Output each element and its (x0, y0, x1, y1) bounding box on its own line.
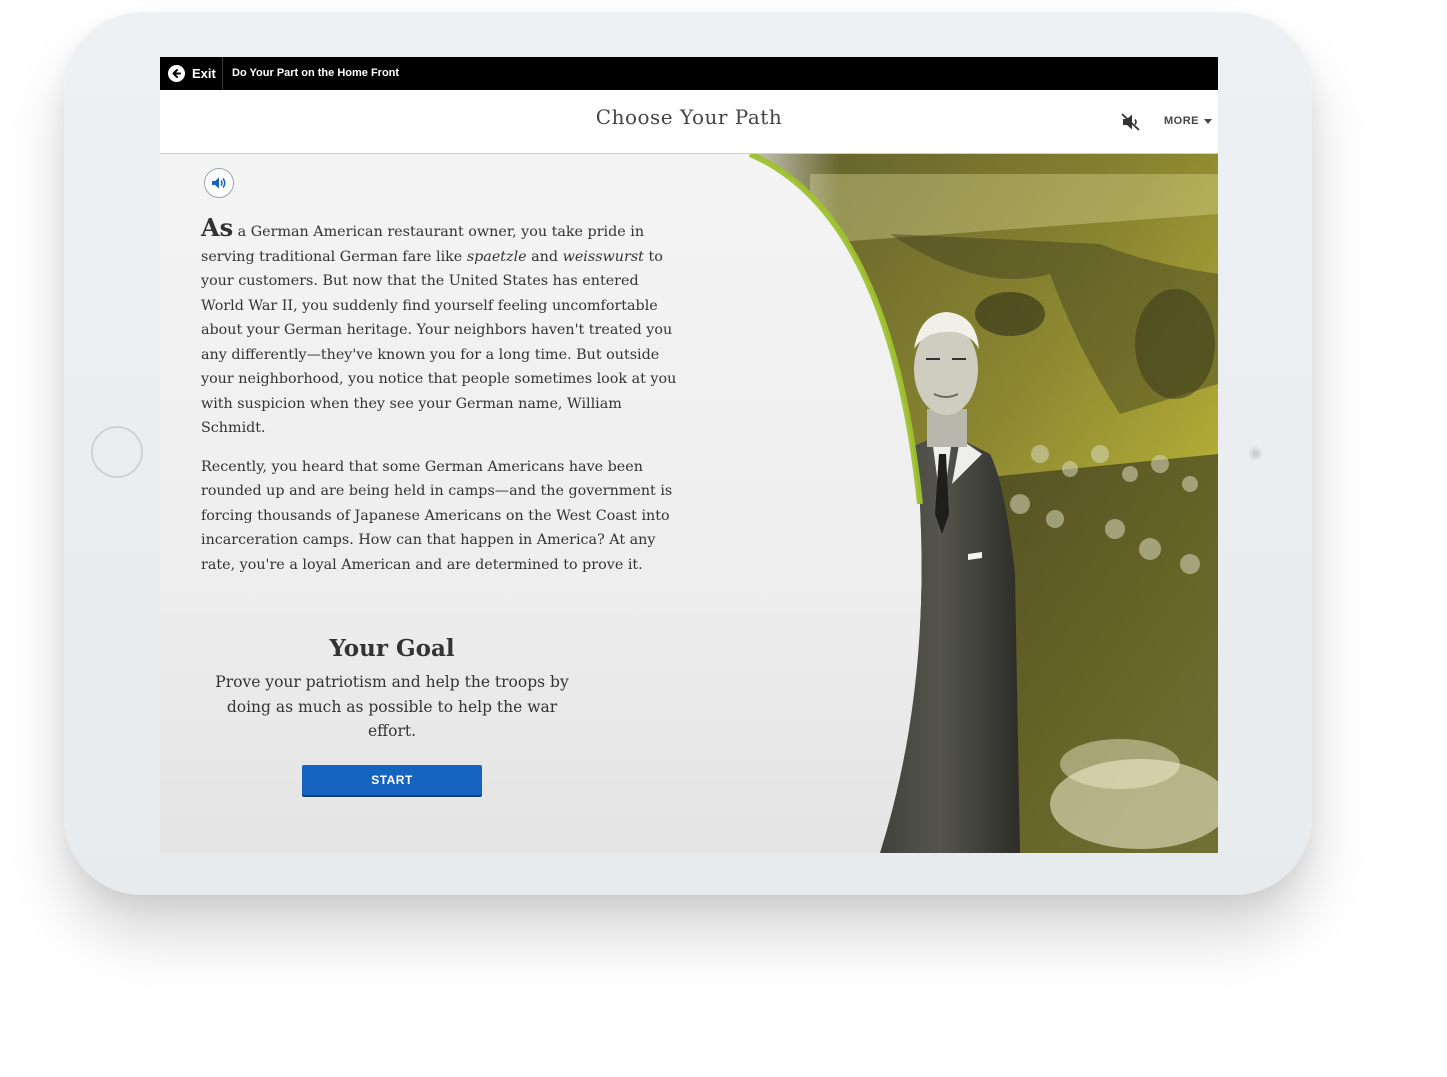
app-screen: Exit Do Your Part on the Home Front Choo… (160, 57, 1218, 853)
exit-label: Exit (192, 66, 216, 81)
more-label: MORE (1164, 115, 1199, 127)
story-content: As a German American restaurant owner, y… (160, 154, 1218, 853)
read-aloud-button[interactable] (204, 168, 234, 198)
lesson-title: Do Your Part on the Home Front (232, 67, 400, 79)
header: Choose Your Path MORE (160, 90, 1218, 154)
more-menu-button[interactable]: MORE (1164, 115, 1212, 127)
arrow-left-circle-icon (168, 65, 185, 82)
camera-dot (1249, 447, 1262, 460)
page-title: Choose Your Path (595, 105, 783, 129)
goal-text: Prove your patriotism and help the troop… (215, 673, 569, 740)
exit-button[interactable]: Exit (160, 57, 223, 90)
story-p1-italic-2: weisswurst (562, 248, 644, 265)
home-button[interactable] (91, 426, 143, 478)
story-p1-and: and (526, 248, 563, 265)
story-paragraph-2: Recently, you heard that some German Ame… (201, 458, 673, 573)
mute-button[interactable] (1120, 112, 1142, 132)
goal-title: Your Goal (329, 635, 455, 662)
caret-down-icon (1204, 118, 1212, 124)
story-p1-italic-1: spaetzle (466, 248, 527, 265)
character-photo (748, 154, 1218, 853)
story-p1-text-b: to your customers. But now that the Unit… (201, 248, 677, 437)
story-paragraph-1: As a German American restaurant owner, y… (201, 213, 679, 441)
top-bar: Exit Do Your Part on the Home Front (160, 57, 1218, 90)
story-text: As a German American restaurant owner, y… (201, 213, 679, 591)
speaker-muted-icon (1121, 113, 1140, 131)
drop-cap: As (201, 213, 234, 242)
start-button[interactable]: START (302, 765, 482, 795)
speaker-icon (212, 177, 226, 189)
